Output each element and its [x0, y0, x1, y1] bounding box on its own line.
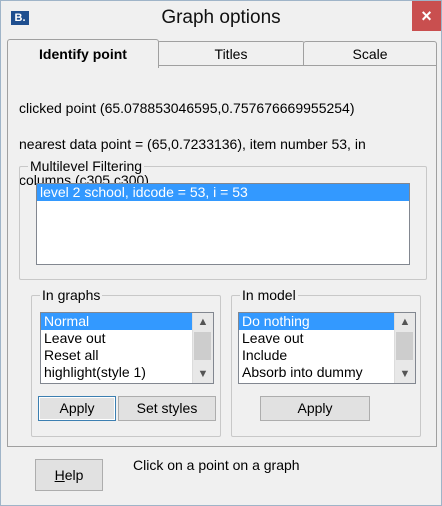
- close-button[interactable]: ×: [412, 1, 441, 31]
- graph-options-window: B. Graph options × Identify point Titles…: [0, 0, 442, 506]
- window-title: Graph options: [161, 7, 281, 28]
- multilevel-filtering-title: Multilevel Filtering: [28, 157, 145, 175]
- in-graphs-apply-button[interactable]: Apply: [38, 396, 116, 421]
- list-item[interactable]: Reset all: [41, 347, 213, 364]
- in-model-list[interactable]: Do nothing Leave out Include Absorb into…: [238, 312, 416, 384]
- nearest-point-text: nearest data point = (65,0.7233136), ite…: [19, 136, 366, 152]
- in-graphs-title: In graphs: [40, 286, 103, 304]
- in-graphs-list[interactable]: Normal Leave out Reset all highlight(sty…: [40, 312, 214, 384]
- scroll-down-icon[interactable]: ▼: [193, 365, 213, 383]
- in-model-scrollbar[interactable]: ▲ ▼: [394, 313, 415, 383]
- list-item[interactable]: Leave out: [41, 330, 213, 347]
- list-item[interactable]: highlight(style 1): [41, 364, 213, 381]
- status-text: Click on a point on a graph: [133, 457, 300, 473]
- list-item[interactable]: Normal: [41, 313, 213, 330]
- multilevel-filtering-group: Multilevel Filtering level 2 school, idc…: [19, 157, 427, 280]
- clicked-point-text: clicked point (65.078853046595,0.7576766…: [19, 100, 355, 116]
- scroll-thumb[interactable]: [396, 332, 413, 360]
- scroll-up-icon[interactable]: ▲: [395, 313, 415, 331]
- set-styles-button[interactable]: Set styles: [118, 396, 216, 421]
- help-label-rest: elp: [64, 467, 84, 483]
- in-model-group: In model Do nothing Leave out Include Ab…: [231, 286, 421, 437]
- help-label-mnemonic: H: [54, 467, 65, 483]
- list-item[interactable]: Leave out: [239, 330, 415, 347]
- in-graphs-group: In graphs Normal Leave out Reset all hig…: [31, 286, 221, 437]
- tab-scale[interactable]: Scale: [303, 41, 437, 66]
- scroll-thumb[interactable]: [194, 332, 211, 360]
- multilevel-filter-list[interactable]: level 2 school, idcode = 53, i = 53: [36, 183, 410, 265]
- title-bar: B. Graph options ×: [1, 1, 441, 37]
- list-item[interactable]: Absorb into dummy: [239, 364, 415, 381]
- scroll-down-icon[interactable]: ▼: [395, 365, 415, 383]
- tab-titles[interactable]: Titles: [157, 41, 305, 66]
- tab-identify-point[interactable]: Identify point: [7, 39, 159, 68]
- list-item[interactable]: Include: [239, 347, 415, 364]
- in-graphs-scrollbar[interactable]: ▲ ▼: [192, 313, 213, 383]
- help-button[interactable]: Help: [35, 459, 103, 491]
- in-model-title: In model: [240, 286, 298, 304]
- tab-strip: Identify point Titles Scale: [7, 39, 437, 68]
- list-item[interactable]: level 2 school, idcode = 53, i = 53: [37, 184, 409, 201]
- in-model-apply-button[interactable]: Apply: [260, 396, 370, 421]
- scroll-up-icon[interactable]: ▲: [193, 313, 213, 331]
- list-item[interactable]: Do nothing: [239, 313, 415, 330]
